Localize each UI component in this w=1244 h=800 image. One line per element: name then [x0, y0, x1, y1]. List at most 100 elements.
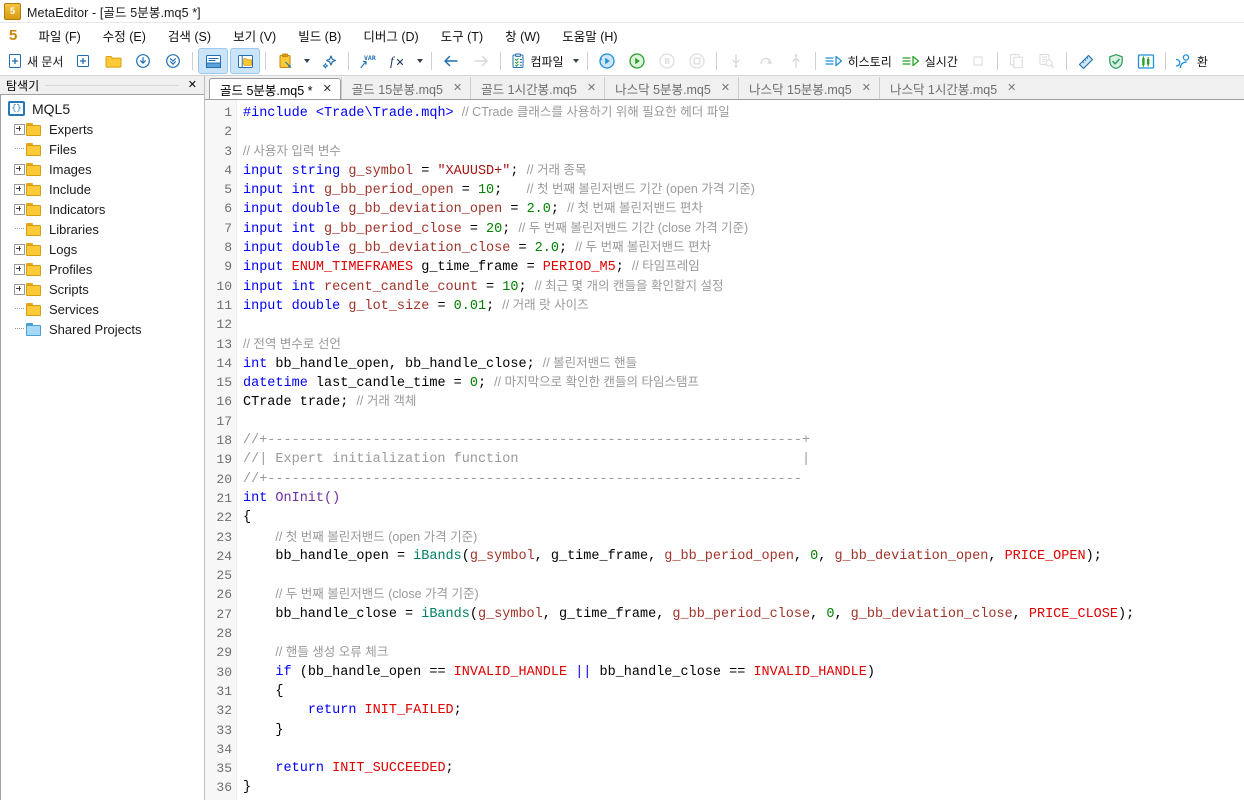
- tree-item[interactable]: Include: [1, 179, 204, 199]
- cloud-check-button[interactable]: [1102, 49, 1130, 73]
- navigator-tree[interactable]: {} MQL5 Experts Files Images Include Indicat…: [0, 94, 204, 800]
- toolbar-separator: [586, 52, 588, 70]
- menu-help[interactable]: 도움말 (H): [551, 23, 628, 48]
- tree-item[interactable]: Indicators: [1, 199, 204, 219]
- menu-edit[interactable]: 수정 (E): [92, 23, 157, 48]
- expand-plus-icon[interactable]: [13, 119, 26, 139]
- menu-file[interactable]: 파일 (F): [27, 23, 91, 48]
- panel-bottom-toggle[interactable]: [198, 48, 229, 74]
- tree-root-mql5[interactable]: {} MQL5: [1, 98, 204, 119]
- tree-item[interactable]: Experts: [1, 119, 204, 139]
- code-token: bb_handle_close: [599, 664, 730, 680]
- panel-navigator-toggle[interactable]: [230, 48, 261, 74]
- pause-button[interactable]: [653, 49, 681, 73]
- copy-button[interactable]: [1003, 49, 1031, 73]
- realtime-button[interactable]: 실시간: [898, 49, 962, 73]
- profile-button[interactable]: 환: [1171, 49, 1212, 73]
- code-token: 2.0: [526, 202, 551, 218]
- ruler-button[interactable]: [1072, 49, 1100, 73]
- history-button[interactable]: 히스토리: [821, 49, 896, 73]
- back-button[interactable]: [437, 49, 465, 73]
- expand-plus-icon[interactable]: [13, 239, 26, 259]
- editor-tab[interactable]: 나스닥 15분봉.mq5 ✕: [738, 77, 879, 99]
- code-token: (: [461, 548, 470, 564]
- compile-dropdown-caret[interactable]: [572, 59, 579, 63]
- tree-item[interactable]: Libraries: [1, 219, 204, 239]
- code-token: ,: [1012, 606, 1029, 622]
- debug-run-button[interactable]: [623, 49, 651, 73]
- code-token: g_symbol: [469, 548, 535, 564]
- clipboard-dropdown-caret[interactable]: [304, 59, 311, 63]
- expand-plus-icon[interactable]: [13, 179, 26, 199]
- code-token: ,: [988, 548, 1005, 564]
- menu-window[interactable]: 창 (W): [494, 23, 551, 48]
- editor-tab[interactable]: 골드 1시간봉.mq5 ✕: [470, 77, 604, 99]
- tree-item[interactable]: Shared Projects: [1, 319, 204, 339]
- code-line: return INIT_FAILED;: [243, 701, 1244, 720]
- menu-build[interactable]: 빌드 (B): [287, 23, 352, 48]
- line-number: 36: [216, 780, 232, 796]
- line-number: 13: [216, 336, 232, 352]
- line-number: 32: [216, 703, 232, 719]
- tree-item[interactable]: Files: [1, 139, 204, 159]
- editor-tab[interactable]: 나스닥 1시간봉.mq5 ✕: [878, 77, 1024, 99]
- step-into-button[interactable]: [722, 49, 750, 73]
- line-number: 14: [216, 355, 232, 371]
- code-token: INVALID_HANDLE: [453, 664, 576, 680]
- code-content[interactable]: #include <Trade\Trade.mqh> // CTrade 클래스…: [237, 100, 1244, 800]
- tab-close-icon[interactable]: ✕: [719, 82, 732, 94]
- save-button[interactable]: [129, 49, 157, 73]
- menu-search[interactable]: 검색 (S): [157, 23, 222, 48]
- function-button[interactable]: f: [384, 49, 412, 73]
- code-token: =: [453, 376, 470, 392]
- expand-plus-icon[interactable]: [13, 279, 26, 299]
- add-file-button[interactable]: [69, 49, 97, 73]
- code-token: 20: [486, 221, 503, 237]
- expand-plus-icon[interactable]: [13, 259, 26, 279]
- debug-history-button[interactable]: [593, 49, 621, 73]
- forward-button[interactable]: [467, 49, 495, 73]
- toolbar-separator: [265, 52, 267, 70]
- tab-close-icon[interactable]: ✕: [451, 82, 464, 94]
- tab-close-icon[interactable]: ✕: [585, 82, 598, 94]
- tab-close-icon[interactable]: ✕: [321, 83, 334, 95]
- tree-item[interactable]: Profiles: [1, 259, 204, 279]
- new-document-button[interactable]: 새 문서: [3, 49, 67, 73]
- ai-sparkle-button[interactable]: [315, 49, 343, 73]
- find-button[interactable]: [1033, 49, 1061, 73]
- code-token: // 타임프레임: [631, 259, 700, 274]
- code-token: int: [243, 356, 276, 372]
- menu-view[interactable]: 보기 (V): [222, 23, 287, 48]
- compile-button[interactable]: 컴파일: [506, 49, 567, 73]
- clipboard-button[interactable]: [271, 49, 299, 73]
- chart-button[interactable]: [1132, 49, 1160, 73]
- folder-icon: [26, 122, 43, 136]
- menu-tools[interactable]: 도구 (T): [430, 23, 494, 48]
- tree-item[interactable]: Logs: [1, 239, 204, 259]
- code-view[interactable]: 1 2 3 4 5 6 7 8 9 10 11 12 13 14 15 16 17 18 19 20 21 22 23 24 2…: [205, 100, 1244, 800]
- variables-button[interactable]: VAR: [354, 49, 382, 73]
- tree-item[interactable]: Images: [1, 159, 204, 179]
- open-folder-button[interactable]: [99, 49, 127, 73]
- stop-button[interactable]: [683, 49, 711, 73]
- tree-item[interactable]: Services: [1, 299, 204, 319]
- editor-tab[interactable]: 골드 15분봉.mq5 ✕: [340, 77, 470, 99]
- editor-tab[interactable]: 나스닥 5분봉.mq5 ✕: [604, 77, 738, 99]
- editor-tab[interactable]: 골드 5분봉.mq5 * ✕: [209, 78, 341, 99]
- function-dropdown-caret[interactable]: [417, 59, 424, 63]
- back-icon: [444, 55, 459, 67]
- code-token: g_bb_deviation_open: [834, 548, 989, 564]
- expand-plus-icon[interactable]: [13, 199, 26, 219]
- expand-plus-icon[interactable]: [13, 159, 26, 179]
- close-icon[interactable]: ✕: [185, 79, 200, 91]
- step-over-button[interactable]: [752, 49, 780, 73]
- step-out-button[interactable]: [782, 49, 810, 73]
- tab-close-icon[interactable]: ✕: [1005, 82, 1018, 94]
- menu-debug[interactable]: 디버그 (D): [352, 23, 429, 48]
- save-all-button[interactable]: [159, 49, 187, 73]
- stop-square-button[interactable]: [964, 49, 992, 73]
- tab-close-icon[interactable]: ✕: [860, 82, 873, 94]
- tree-item[interactable]: Scripts: [1, 279, 204, 299]
